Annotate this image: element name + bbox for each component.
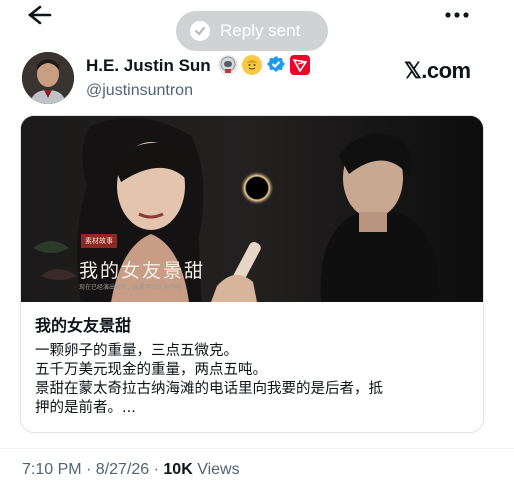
back-arrow-icon[interactable] — [24, 4, 52, 26]
reply-sent-toast: Reply sent — [176, 11, 328, 51]
card-body-line: 一颗卵子的重量，三点五微克。 — [35, 343, 238, 359]
poster-subtitle: 现在已经演出改名，光是甲的完全不同 — [79, 284, 182, 291]
poster-tag: 素材故事 — [81, 234, 117, 248]
x-brand-logo: 𝕏.com — [404, 58, 471, 83]
views-label: Views — [192, 461, 240, 478]
tron-logo-icon — [290, 55, 310, 75]
card-image: 素材故事 我的女友景甜 现在已经演出改名，光是甲的完全不同 — [21, 116, 483, 302]
author-avatar[interactable] — [22, 52, 74, 104]
post-meta: 7:10 PM · 8/27/26 · 10K Views — [22, 461, 240, 479]
card-body-line: 景甜在蒙太奇拉古纳海滩的电话里向我要的是后者，抵 — [35, 381, 383, 397]
more-options-icon[interactable] — [442, 8, 472, 22]
author-badges — [218, 55, 310, 75]
card-title[interactable]: 我的女友景甜 — [35, 312, 131, 336]
checkmark-icon — [190, 21, 210, 41]
author-name[interactable]: H.E. Justin Sun — [86, 56, 211, 76]
views-count[interactable]: 10K — [163, 461, 192, 478]
link-preview-card[interactable]: 素材故事 我的女友景甜 现在已经演出改名，光是甲的完全不同 我的女友景甜 一颗卵… — [20, 115, 484, 433]
avatar-image — [22, 52, 74, 104]
face-emoji-icon — [242, 55, 262, 75]
card-body: 一颗卵子的重量，三点五微克。 五千万美元现金的重量，两点五吨。 景甜在蒙太奇拉古… — [35, 342, 475, 418]
poster-title: 我的女友景甜 — [79, 260, 206, 282]
card-body-line: 押的是前者。... — [35, 400, 136, 416]
card-body-line: 五千万美元现金的重量，两点五吨。 — [35, 362, 267, 378]
astronaut-emoji-icon — [218, 55, 238, 75]
divider — [0, 448, 514, 449]
author-handle[interactable]: @justinsuntron — [86, 82, 193, 100]
verified-badge-icon — [266, 55, 286, 75]
post-timestamp[interactable]: 7:10 PM · 8/27/26 · — [22, 461, 163, 478]
toast-text: Reply sent — [220, 21, 301, 40]
